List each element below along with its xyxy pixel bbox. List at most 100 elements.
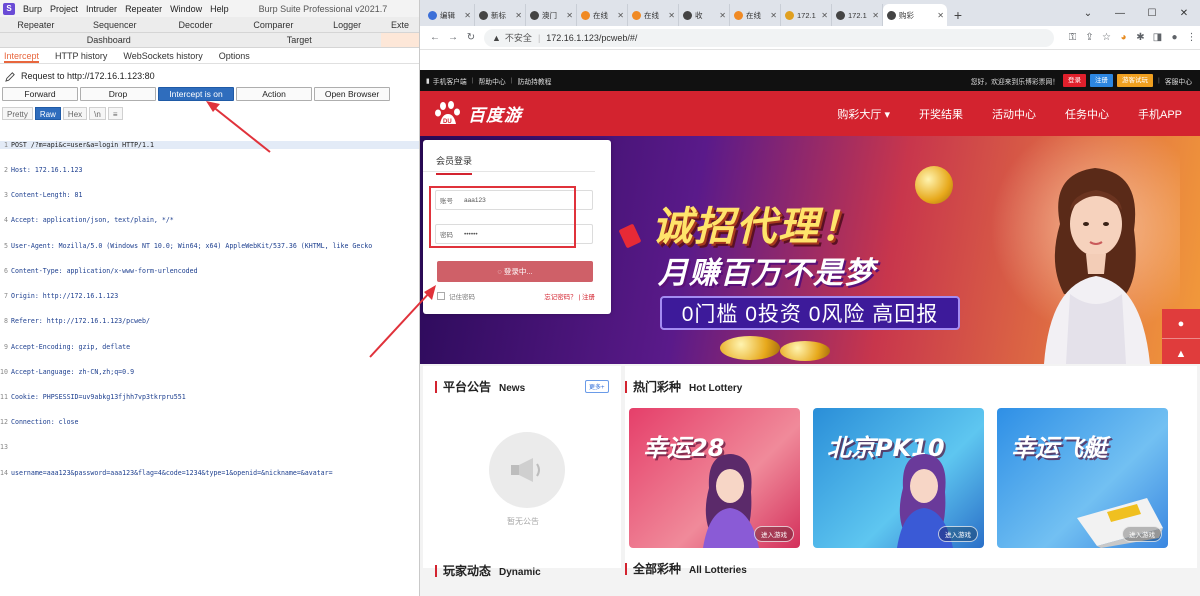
drop-button[interactable]: Drop <box>80 87 156 101</box>
site-logo[interactable]: DU 百度游 <box>420 100 522 128</box>
warning-icon[interactable]: ▲ <box>492 33 501 43</box>
tab-decoder[interactable]: Decoder <box>158 17 234 32</box>
enter-game-button[interactable]: 进入游戏 <box>938 526 978 542</box>
menu-window[interactable]: Window <box>170 4 202 14</box>
password-field[interactable]: 密码 •••••• <box>435 224 593 244</box>
tab-sequencer[interactable]: Sequencer <box>72 17 158 32</box>
forward-icon[interactable]: → <box>444 32 462 43</box>
subtab-http-history[interactable]: HTTP history <box>55 48 107 63</box>
top-login-button[interactable]: 登录 <box>1063 74 1087 87</box>
browser-tab[interactable]: 新标 ✕ <box>475 4 526 26</box>
browser-tab[interactable]: 收 ✕ <box>679 4 730 26</box>
menu-help[interactable]: Help <box>210 4 229 14</box>
help-center-link[interactable]: 帮助中心 <box>479 76 506 86</box>
register-link[interactable]: | 注册 <box>579 294 596 301</box>
nav-mobile-app[interactable]: 手机APP <box>1138 106 1182 122</box>
tab-logger[interactable]: Logger <box>313 17 381 32</box>
nav-tasks[interactable]: 任务中心 <box>1065 106 1109 122</box>
more-icon[interactable]: ⋮ <box>1183 32 1200 43</box>
menu-burp[interactable]: Burp <box>23 4 42 14</box>
share-icon[interactable]: ⇪ <box>1081 32 1098 43</box>
tab-target[interactable]: Target <box>217 33 381 47</box>
menu-intruder[interactable]: Intruder <box>86 4 117 14</box>
guest-trial-button[interactable]: 游客试玩 <box>1117 74 1154 87</box>
browser-tab[interactable]: 172.1 ✕ <box>832 4 883 26</box>
subtab-options[interactable]: Options <box>219 48 250 63</box>
close-tab-icon[interactable]: ✕ <box>937 11 944 20</box>
open-browser-button[interactable]: Open Browser <box>314 87 390 101</box>
puzzle-icon[interactable]: ✱ <box>1132 32 1149 43</box>
enter-game-button[interactable]: 进入游戏 <box>754 526 794 542</box>
remember-checkbox[interactable] <box>437 292 445 300</box>
browser-tab[interactable]: 澳门 ✕ <box>526 4 577 26</box>
view-hex-tab[interactable]: Hex <box>62 107 88 120</box>
raw-request-editor[interactable]: 1 POST /?m=api&c=user&a=login HTTP/1.1 2H… <box>0 124 419 494</box>
minimize-icon[interactable]: — <box>1104 8 1136 19</box>
browser-tab[interactable]: 在线 ✕ <box>730 4 781 26</box>
tab-extender[interactable]: Exte <box>381 17 419 32</box>
game-card-lucky-boat[interactable]: 幸运飞艇 进入游戏 <box>997 408 1168 548</box>
nav-activities[interactable]: 活动中心 <box>992 106 1036 122</box>
game-card-pk10[interactable]: 北京PK10 进入游戏 <box>813 408 984 548</box>
browser-tab[interactable]: 编辑 ✕ <box>424 4 475 26</box>
view-pretty-tab[interactable]: Pretty <box>2 107 33 120</box>
tab-search-icon[interactable]: ⌄ <box>1072 8 1104 19</box>
close-tab-icon[interactable]: ✕ <box>515 11 522 20</box>
profile-icon[interactable]: ● <box>1166 32 1183 43</box>
game-card-lucky28[interactable]: 幸运28 进入游戏 <box>629 408 800 548</box>
tab-comparer[interactable]: Comparer <box>233 17 313 32</box>
subtab-websockets-history[interactable]: WebSockets history <box>123 48 202 63</box>
intercept-toggle-button[interactable]: Intercept is on <box>158 87 234 101</box>
menu-project[interactable]: Project <box>50 4 78 14</box>
back-icon[interactable]: ← <box>426 32 444 43</box>
browser-tab[interactable]: 在线 ✕ <box>577 4 628 26</box>
newline-toggle[interactable]: \n <box>89 107 106 120</box>
close-tab-icon[interactable]: ✕ <box>872 11 879 20</box>
new-tab-button[interactable]: + <box>947 4 969 26</box>
remember-label[interactable]: 记住密码 <box>449 291 475 301</box>
close-tab-icon[interactable]: ✕ <box>617 11 624 20</box>
view-raw-tab[interactable]: Raw <box>34 107 61 120</box>
browser-tab-active[interactable]: 购彩 ✕ <box>883 4 947 26</box>
enter-game-button[interactable]: 进入游戏 <box>1122 526 1162 542</box>
subtab-intercept[interactable]: Intercept <box>4 48 40 63</box>
sidepanel-icon[interactable]: ◨ <box>1149 32 1166 43</box>
extension-icon[interactable]: ◕ <box>1115 32 1132 43</box>
action-button[interactable]: Action <box>236 87 312 101</box>
account-value[interactable]: aaa123 <box>464 197 486 204</box>
reload-icon[interactable]: ↻ <box>462 32 480 43</box>
tab-dashboard[interactable]: Dashboard <box>0 33 217 47</box>
browser-tab[interactable]: 172.1 ✕ <box>781 4 832 26</box>
star-icon[interactable]: ☆ <box>1098 32 1115 43</box>
mobile-client-link[interactable]: 手机客户端 <box>433 76 467 86</box>
top-register-button[interactable]: 注册 <box>1090 74 1114 87</box>
url-text[interactable]: 172.16.1.123/pcweb/#/ <box>546 33 637 43</box>
close-tab-icon[interactable]: ✕ <box>770 11 777 20</box>
close-window-icon[interactable]: ✕ <box>1168 8 1200 19</box>
close-tab-icon[interactable]: ✕ <box>566 11 573 20</box>
forgot-password-link[interactable]: 忘记密码？ <box>544 294 577 301</box>
anti-hijack-link[interactable]: 防劫持教程 <box>517 76 551 86</box>
menu-repeater[interactable]: Repeater <box>125 4 162 14</box>
password-value[interactable]: •••••• <box>464 231 478 238</box>
login-submit-button[interactable]: ◌ 登录中... <box>437 261 593 282</box>
tab-proxy-active[interactable] <box>381 33 419 47</box>
close-tab-icon[interactable]: ✕ <box>719 11 726 20</box>
promo-banner[interactable]: 诚招代理！ 月赚百万不是梦 0门槛 0投资 0风险 高回报 会员登录 账号 aa… <box>420 136 1200 364</box>
close-tab-icon[interactable]: ✕ <box>464 11 471 20</box>
maximize-icon[interactable]: ☐ <box>1136 8 1168 19</box>
tab-repeater[interactable]: Repeater <box>0 17 72 32</box>
customer-service-link[interactable]: 客服中心 <box>1165 76 1192 86</box>
notice-more-button[interactable]: 更多+ <box>585 380 609 393</box>
close-tab-icon[interactable]: ✕ <box>668 11 675 20</box>
forward-button[interactable]: Forward <box>2 87 78 101</box>
key-icon[interactable]: ⚿ <box>1064 32 1081 43</box>
account-field[interactable]: 账号 aaa123 <box>435 190 593 210</box>
browser-tab[interactable]: 在线 ✕ <box>628 4 679 26</box>
chat-icon[interactable]: ● <box>1162 309 1200 339</box>
close-tab-icon[interactable]: ✕ <box>821 11 828 20</box>
omnibox[interactable]: ▲ 不安全 | 172.16.1.123/pcweb/#/ <box>484 28 1054 47</box>
menu-icon[interactable]: ≡ <box>107 107 123 120</box>
nav-lottery-hall[interactable]: 购彩大厅 ▾ <box>837 106 890 122</box>
nav-results[interactable]: 开奖结果 <box>919 106 963 122</box>
